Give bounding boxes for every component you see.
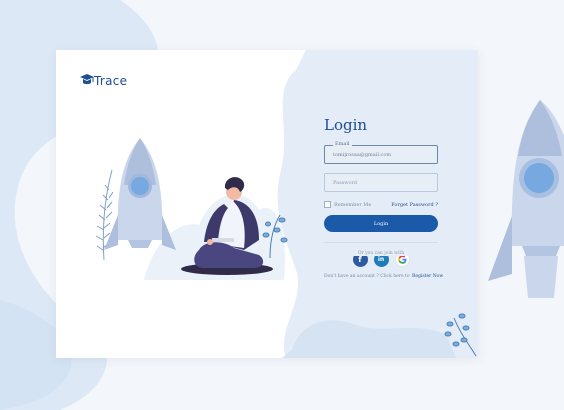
rocket-illustration [104,138,176,250]
email-field[interactable]: Email tomijrosaa@gmail.com [324,141,438,164]
login-form: Login Email tomijrosaa@gmail.com Passwor… [324,116,443,279]
logo[interactable]: Trace [79,72,127,88]
remember-me[interactable]: Remember Me [324,201,371,208]
login-title: Login [324,116,368,134]
email-label: Email [333,141,352,147]
password-placeholder: Password [333,180,358,186]
register-prompt: Don't have an account ? Click here to Re… [324,274,443,279]
rocket-illustration [488,100,564,298]
google-g-icon [397,255,406,264]
register-link[interactable]: Register Now [412,274,443,279]
plant-icon [444,313,477,357]
login-button[interactable]: Login [324,215,438,232]
logo-text: Trace [94,74,128,88]
hero-illustration [95,138,288,280]
remember-label: Remember Me [334,201,372,208]
remember-checkbox[interactable] [324,201,331,208]
email-value: tomijrosaa@gmail.com [333,152,392,158]
forgot-password-link[interactable]: Forget Password ? [391,202,438,208]
divider-text: Or you can join with [353,251,409,256]
register-prefix: Don't have an account ? Click here to [324,274,410,279]
graduation-cap-icon [80,74,94,85]
social-divider: Or you can join with [324,239,438,256]
login-card: Trace Login Email tomijrosaa@gmail.com P… [56,50,478,358]
options-row: Remember Me Forget Password ? [324,201,438,208]
password-field[interactable]: Password [324,173,438,192]
